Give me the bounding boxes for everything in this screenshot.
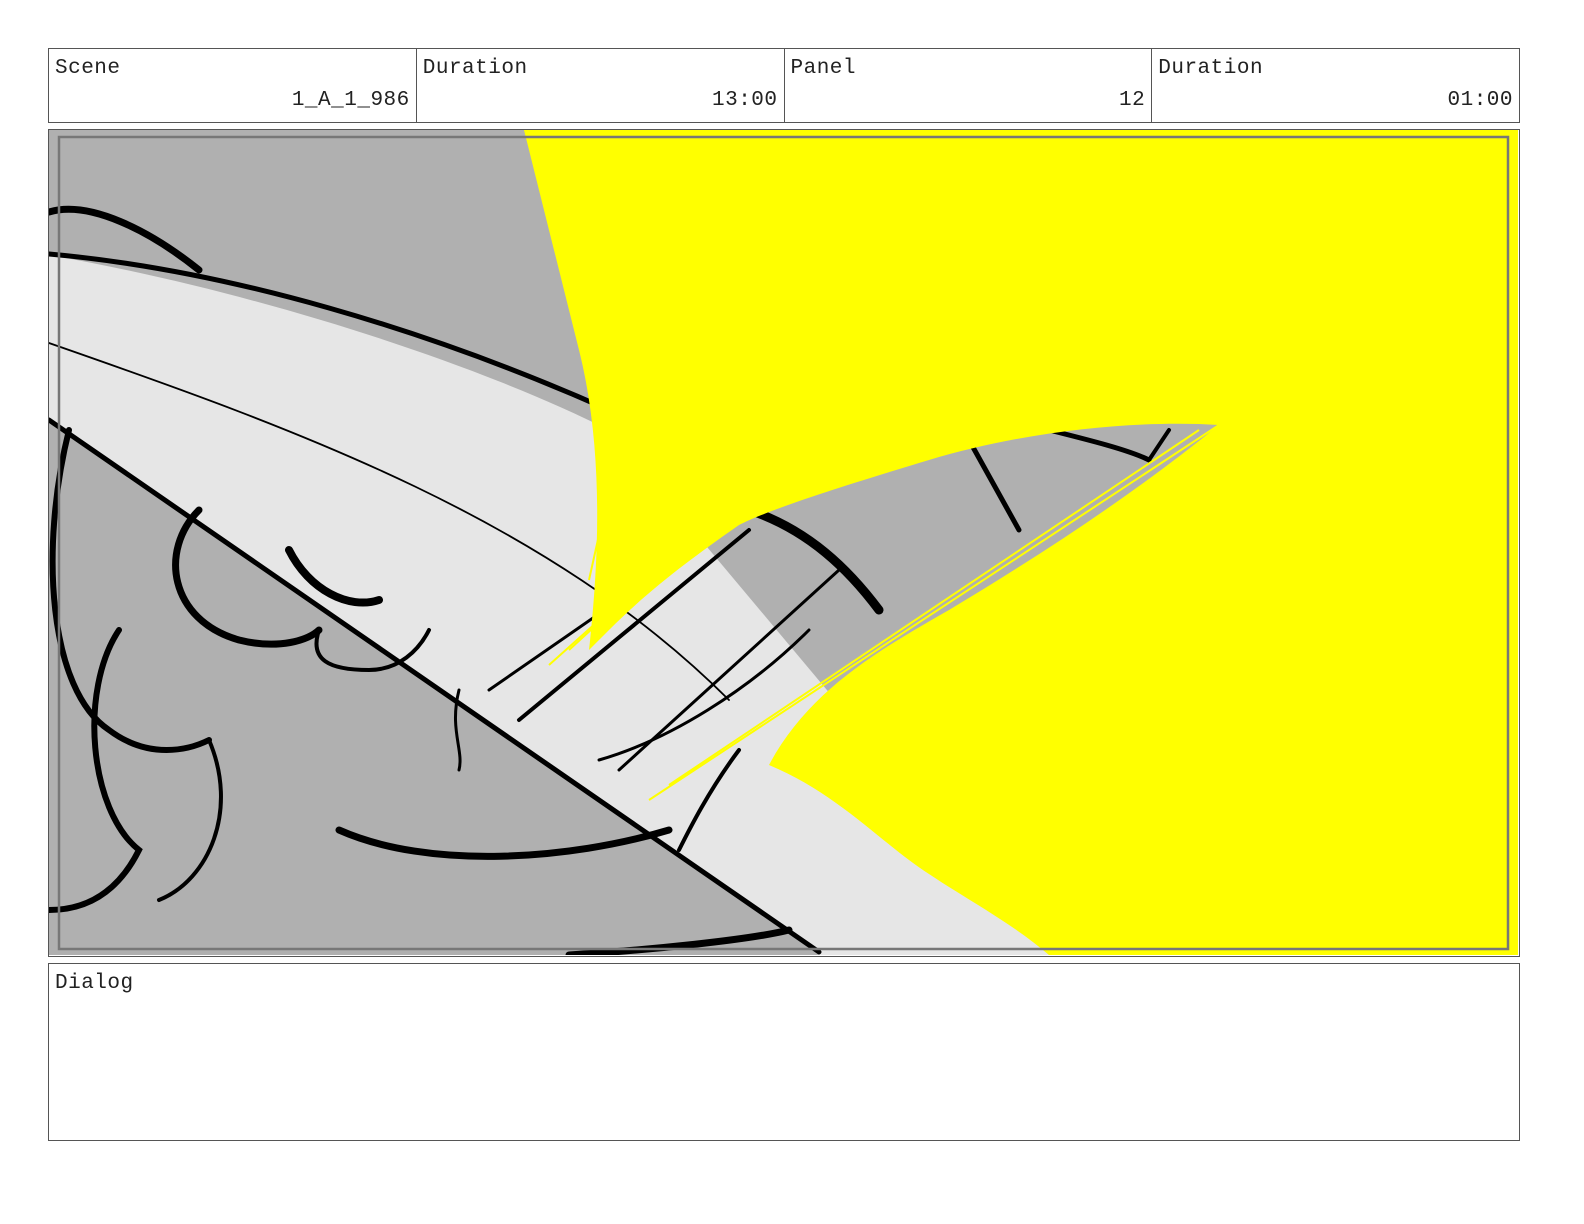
scene-duration-label: Duration <box>422 57 528 80</box>
dialog-box: Dialog <box>48 963 1520 1141</box>
panel-value: 12 <box>1119 89 1146 112</box>
panel-drawing <box>49 130 1518 955</box>
scene-label: Scene <box>55 57 121 80</box>
panel-label: Panel <box>790 57 857 80</box>
panel-duration-value: 01:00 <box>1447 89 1513 112</box>
storyboard-panel <box>48 129 1520 957</box>
scene-duration-value: 13:00 <box>711 89 778 112</box>
panel-duration-label: Duration <box>1158 57 1264 80</box>
storyboard-header: Scene 1_A_1_986 Duration 13:00 Panel 12 … <box>48 48 1520 123</box>
scene-cell: Scene 1_A_1_986 <box>49 49 417 122</box>
panel-cell: Panel 12 <box>785 49 1153 122</box>
panel-duration-cell: Duration 01:00 <box>1152 49 1519 122</box>
scene-duration-cell: Duration 13:00 <box>417 49 785 122</box>
dialog-label: Dialog <box>55 972 134 995</box>
scene-value: 1_A_1_986 <box>291 89 410 112</box>
